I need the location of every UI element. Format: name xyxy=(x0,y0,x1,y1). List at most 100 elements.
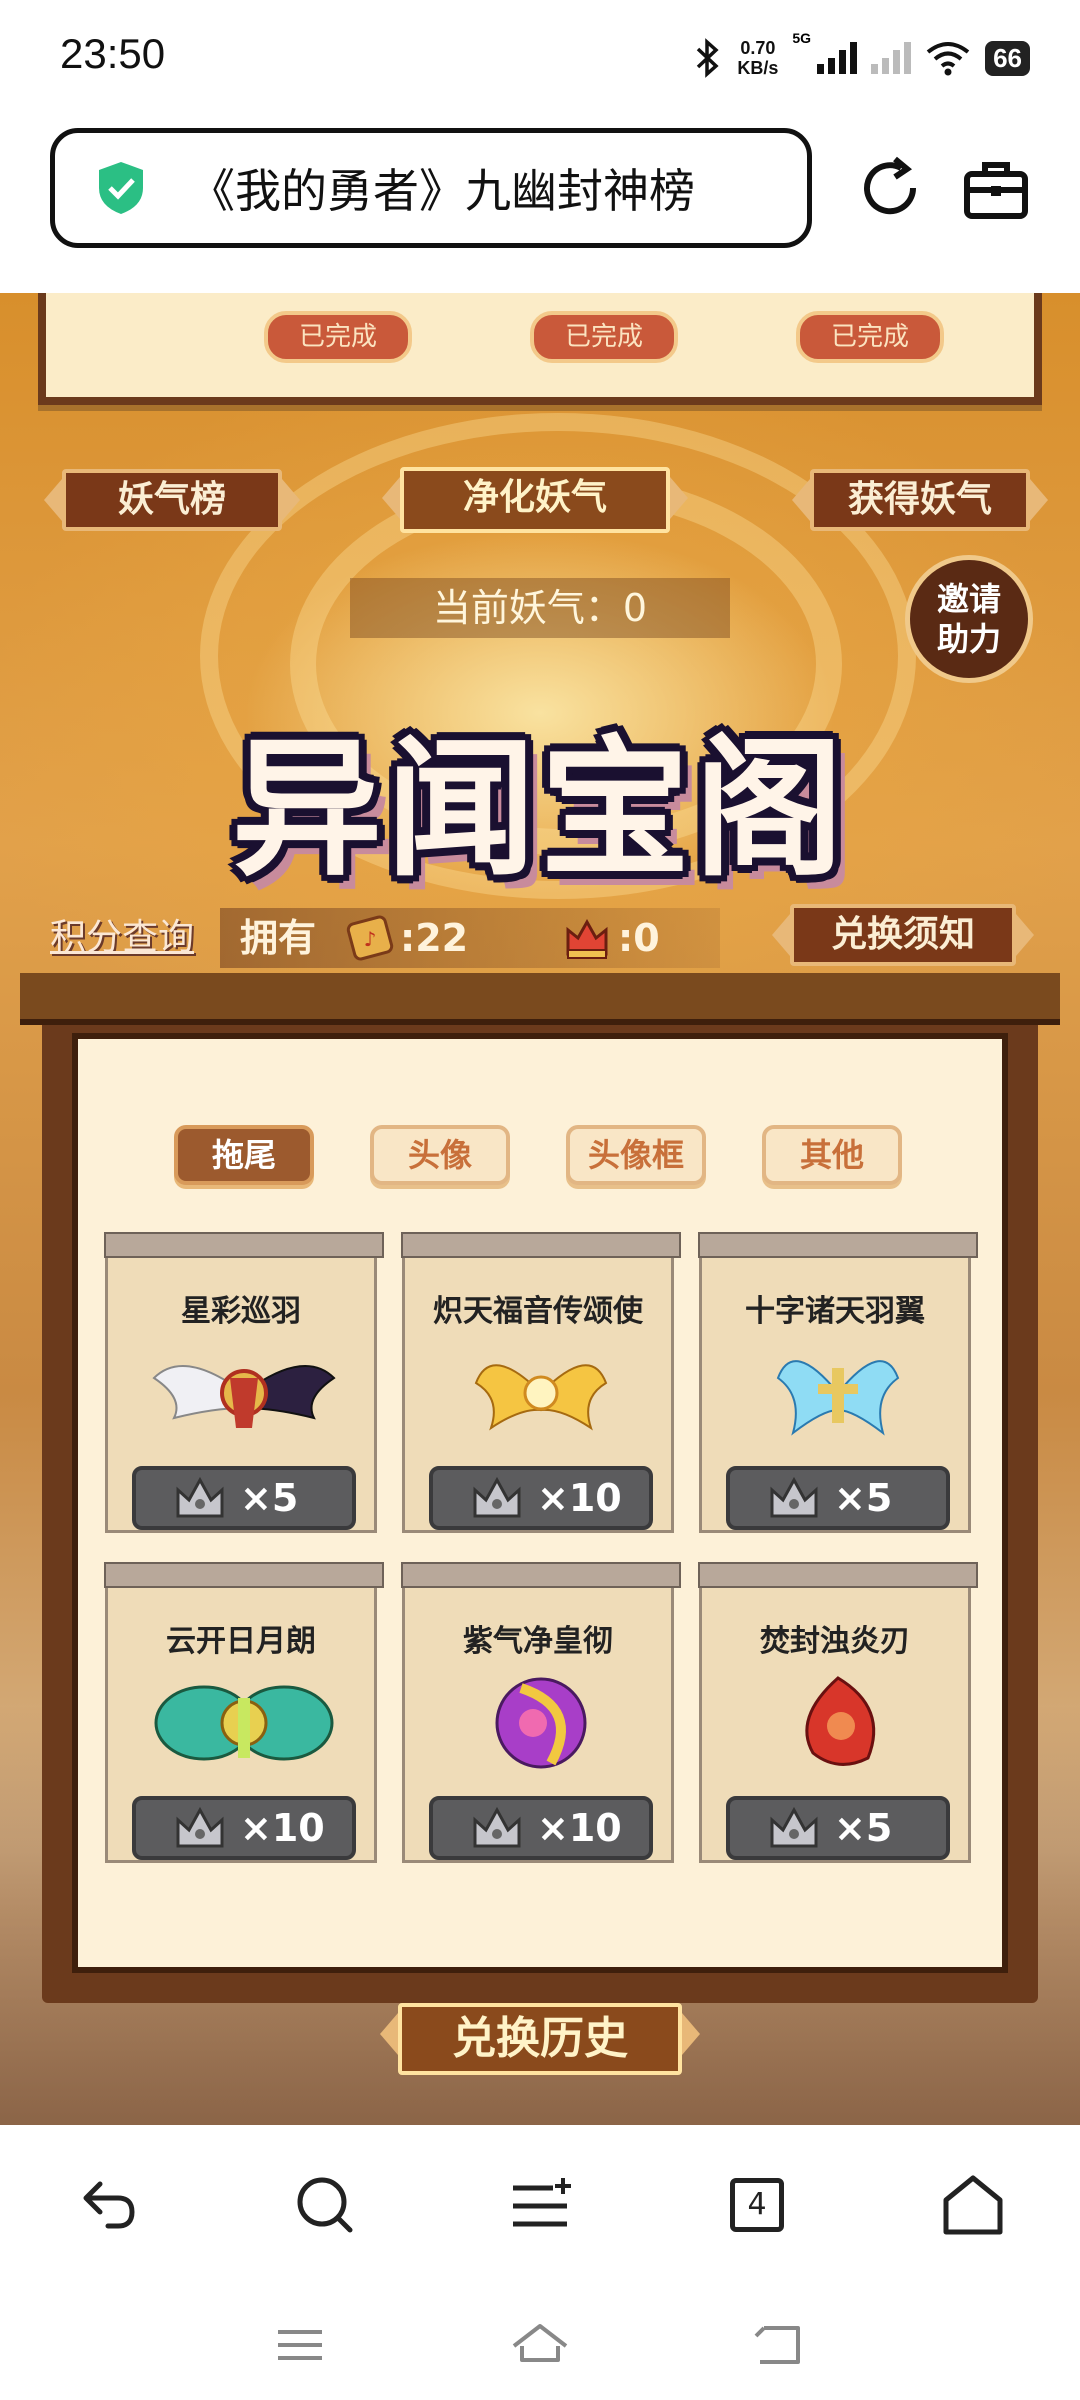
purify-yaoqi-button[interactable]: 净化妖气 xyxy=(400,467,670,533)
signal-icon xyxy=(817,42,858,74)
silver-crown-icon xyxy=(473,1806,521,1848)
price-tag: ×5 xyxy=(726,1466,950,1530)
price-tag: ×10 xyxy=(132,1796,356,1860)
system-home-icon[interactable] xyxy=(510,2320,570,2370)
invite-line-2: 助力 xyxy=(936,620,1001,658)
tab-avatar-frame[interactable]: 头像框 xyxy=(566,1125,706,1185)
cloud-dragon-icon xyxy=(154,1685,334,1761)
tabs-button[interactable]: 4 xyxy=(722,2170,792,2240)
status-icons: 0.70 KB/s 5G 66 xyxy=(693,30,1030,86)
exchange-history-button[interactable]: 兑换历史 xyxy=(398,2003,682,2075)
browser-toolbar: 4 xyxy=(0,2125,1080,2280)
speed-value: 0.70 xyxy=(740,38,776,58)
speed-unit: KB/s xyxy=(737,58,779,78)
tab-trail[interactable]: 拖尾 xyxy=(174,1125,314,1185)
item-name: 十字诸天羽翼 xyxy=(745,1294,925,1329)
blue-cross-wings-icon xyxy=(776,1360,900,1436)
url-field[interactable]: 《我的勇者》九幽封神榜 xyxy=(50,128,812,248)
points-row: 积分查询 拥有 ♪ :22 :0 兑换须知 xyxy=(0,904,1080,968)
item-price: ×5 xyxy=(240,1476,299,1520)
reload-icon[interactable] xyxy=(855,153,925,223)
item-price: ×5 xyxy=(834,1806,893,1850)
signal-2-icon xyxy=(871,42,912,74)
system-navigation-bar xyxy=(0,2280,1080,2400)
address-bar: 《我的勇者》九幽封神榜 xyxy=(0,118,1080,293)
item-price: ×10 xyxy=(537,1806,622,1850)
exchange-notice-button[interactable]: 兑换须知 xyxy=(790,904,1016,966)
tab-other[interactable]: 其他 xyxy=(762,1125,902,1185)
recent-apps-icon[interactable] xyxy=(270,2320,330,2370)
menu-icon[interactable] xyxy=(505,2170,575,2240)
page-title: 《我的勇者》九幽封神榜 xyxy=(189,164,695,218)
search-icon[interactable] xyxy=(290,2170,360,2240)
item-name: 焚封浊炎刃 xyxy=(760,1624,910,1659)
item-card[interactable]: 云开日月朗 ×10 xyxy=(104,1562,384,1863)
scroll-token-icon: ♪ xyxy=(346,915,394,961)
item-name: 紫气净皇彻 xyxy=(463,1624,613,1659)
silver-crown-icon xyxy=(176,1806,224,1848)
purple-flame-icon xyxy=(495,1677,587,1769)
card-header-decoration xyxy=(104,1232,384,1258)
item-name: 炽天福音传颂使 xyxy=(433,1294,643,1329)
back-icon[interactable] xyxy=(72,2170,142,2240)
card-header-decoration xyxy=(698,1232,978,1258)
silver-crown-icon xyxy=(770,1806,818,1848)
clock: 23:50 xyxy=(60,30,166,77)
yaoqi-ranking-button[interactable]: 妖气榜 xyxy=(62,469,282,531)
item-price: ×10 xyxy=(240,1806,325,1850)
status-bar: 23:50 0.70 KB/s 5G 66 xyxy=(0,0,1080,118)
price-tag: ×5 xyxy=(132,1466,356,1530)
silver-crown-icon xyxy=(770,1476,818,1518)
svg-text:♪: ♪ xyxy=(364,927,377,951)
points-query-link[interactable]: 积分查询 xyxy=(50,908,194,968)
item-card[interactable]: 炽天福音传颂使 ×10 xyxy=(401,1232,681,1533)
shop-frame-top xyxy=(20,973,1060,1025)
price-tag: ×5 xyxy=(726,1796,950,1860)
item-name: 星彩巡羽 xyxy=(181,1294,301,1329)
completed-button-2[interactable]: 已完成 xyxy=(530,311,678,363)
item-price: ×5 xyxy=(834,1476,893,1520)
item-card[interactable]: 十字诸天羽翼 ×5 xyxy=(698,1232,978,1533)
home-icon[interactable] xyxy=(938,2170,1008,2240)
card-header-decoration xyxy=(401,1232,681,1258)
wings-rainbow-icon xyxy=(152,1365,336,1428)
game-canvas: 已完成 已完成 已完成 妖气榜 净化妖气 获得妖气 当前妖气：0 邀请 助力 异… xyxy=(0,293,1080,2125)
invite-help-button[interactable]: 邀请 助力 xyxy=(905,555,1033,683)
owned-label: 拥有 xyxy=(240,916,317,960)
card-header-decoration xyxy=(698,1562,978,1588)
silver-crown-icon xyxy=(176,1476,224,1518)
item-card[interactable]: 紫气净皇彻 ×10 xyxy=(401,1562,681,1863)
network-speed: 0.70 KB/s xyxy=(737,38,778,78)
price-tag: ×10 xyxy=(429,1466,653,1530)
tab-avatar[interactable]: 头像 xyxy=(370,1125,510,1185)
current-yaoqi: 当前妖气：0 xyxy=(350,578,730,638)
card-header-decoration xyxy=(401,1562,681,1588)
card-header-decoration xyxy=(104,1562,384,1588)
get-yaoqi-button[interactable]: 获得妖气 xyxy=(810,469,1030,531)
toolbox-icon[interactable] xyxy=(963,160,1029,220)
item-card[interactable]: 星彩巡羽 ×5 xyxy=(104,1232,384,1533)
network-type: 5G xyxy=(792,30,812,46)
item-price: ×10 xyxy=(537,1476,622,1520)
red-blade-icon xyxy=(805,1676,876,1766)
item-name: 云开日月朗 xyxy=(166,1624,316,1659)
secure-shield-icon xyxy=(99,162,143,214)
crown-token-count: :0 xyxy=(618,916,660,960)
wifi-icon xyxy=(926,42,970,76)
price-tag: ×10 xyxy=(429,1796,653,1860)
completed-button-1[interactable]: 已完成 xyxy=(264,311,412,363)
battery-indicator: 66 xyxy=(985,40,1030,76)
shop-title: 异闻宝阁 xyxy=(231,721,848,897)
tab-count: 4 xyxy=(730,2178,784,2232)
golden-wings-icon xyxy=(474,1364,608,1431)
silver-crown-icon xyxy=(473,1476,521,1518)
bluetooth-icon xyxy=(697,38,719,78)
task-panel: 已完成 已完成 已完成 xyxy=(38,293,1042,405)
crown-token-icon xyxy=(566,918,608,959)
completed-button-3[interactable]: 已完成 xyxy=(796,311,944,363)
invite-line-1: 邀请 xyxy=(936,580,1001,618)
system-back-icon[interactable] xyxy=(750,2320,810,2370)
invite-label: 邀请 助力 xyxy=(937,579,1001,659)
item-card[interactable]: 焚封浊炎刃 ×5 xyxy=(698,1562,978,1863)
scroll-token-count: :22 xyxy=(400,916,469,960)
